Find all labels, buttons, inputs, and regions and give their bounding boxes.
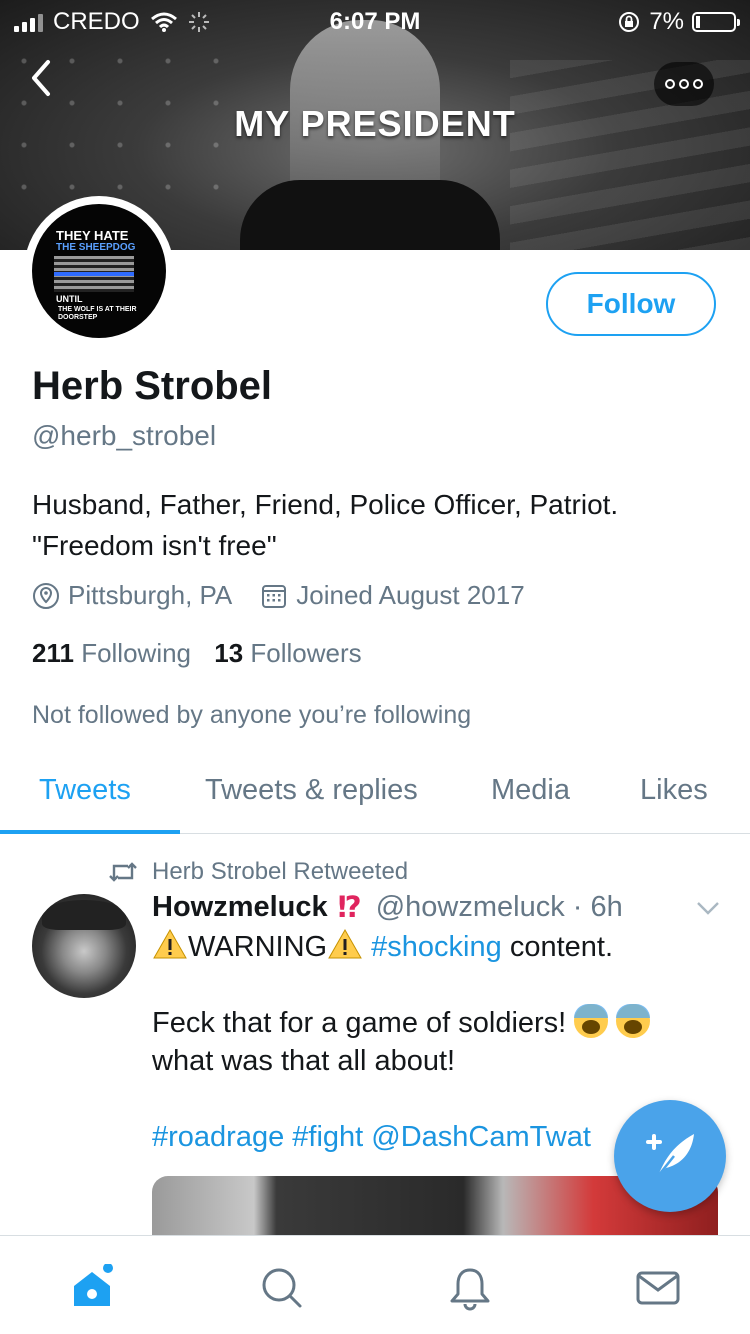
compose-button[interactable] (614, 1100, 726, 1212)
avatar-blue-line (54, 272, 134, 276)
follow-button[interactable]: Follow (546, 272, 716, 336)
following-count: 211 (32, 638, 74, 668)
tweet-author-avatar[interactable] (32, 894, 136, 998)
profile-meta: Pittsburgh, PA Joined August 2017 (32, 580, 525, 611)
avatar-text-2: THE SHEEPDOG (56, 242, 136, 253)
nav-notifications[interactable] (446, 1264, 494, 1312)
tweet-word: content. (509, 931, 613, 963)
scream-emoji-icon (574, 1004, 609, 1038)
followers-count: 13 (214, 638, 244, 668)
tweet-author-name[interactable]: Howzmeluck (152, 891, 328, 924)
nav-search[interactable] (258, 1264, 306, 1312)
following-link[interactable]: 211 Following (32, 638, 191, 668)
hashtag-link[interactable]: #shocking (371, 931, 502, 963)
tweet-handle-time: @howzmeluck · 6h (375, 891, 623, 923)
tab-media[interactable]: Media (491, 774, 570, 807)
battery-icon (692, 12, 740, 32)
profile-name: Herb Strobel (32, 364, 273, 408)
mention-link[interactable]: @DashCamTwat (371, 1121, 591, 1153)
home-icon (74, 1263, 113, 1306)
bio-line: Husband, Father, Friend, Police Officer,… (32, 489, 619, 520)
location-pin-icon (33, 582, 59, 609)
bell-icon (450, 1268, 490, 1311)
hashtag-link[interactable]: #fight (292, 1121, 363, 1153)
following-label: Following (81, 638, 192, 668)
search-icon (262, 1268, 302, 1308)
warning-icon (328, 928, 362, 959)
mail-icon (636, 1271, 680, 1305)
nav-home[interactable] (70, 1263, 118, 1312)
profile-location: Pittsburgh, PA (68, 580, 233, 610)
orientation-lock-icon (619, 12, 640, 32)
banner-caption: MY PRESIDENT (234, 103, 516, 144)
tweet-sentence: Feck that for a game of soldiers! (152, 1007, 567, 1039)
warning-icon (153, 928, 187, 959)
active-tab-indicator (0, 830, 180, 834)
retweet-label: Herb Strobel Retweeted (152, 858, 409, 885)
profile-avatar[interactable]: THEY HATE THE SHEEPDOG UNTIL THE WOLF IS… (24, 196, 174, 346)
avatar-text-3: UNTIL (56, 294, 83, 304)
not-followed-note: Not followed by anyone you’re following (32, 701, 472, 729)
battery-info: 7% (617, 8, 740, 36)
battery-percent: 7% (649, 8, 684, 35)
scream-emoji-icon (616, 1004, 651, 1038)
tweet-line: what was that all about! (152, 1045, 456, 1077)
tab-tweets-replies[interactable]: Tweets & replies (205, 774, 418, 807)
back-icon (32, 60, 50, 96)
tweet-blank-line (152, 966, 722, 1004)
profile-handle: @herb_strobel (32, 420, 217, 451)
profile-tabs: Tweets Tweets & replies Media Likes (0, 760, 750, 834)
avatar-text-1: THEY HATE (56, 228, 129, 243)
status-bar: CREDO 6:07 PM 7% (0, 0, 750, 40)
warning-word: WARNING (188, 931, 328, 963)
followers-link[interactable]: 13 Followers (214, 638, 361, 668)
tweet-header: Howzmeluck ⁉ @howzmeluck · 6h (152, 890, 623, 925)
more-icon (665, 79, 703, 89)
tab-likes[interactable]: Likes (640, 774, 708, 807)
avatar-image: THEY HATE THE SHEEPDOG UNTIL THE WOLF IS… (32, 204, 166, 338)
more-button[interactable] (654, 62, 714, 106)
tweet-line: WARNING #shocking content. (152, 928, 722, 966)
hashtag-link[interactable]: #roadrage (152, 1121, 284, 1153)
bottom-tab-bar (0, 1235, 750, 1334)
profile-bio: Husband, Father, Friend, Police Officer,… (32, 484, 722, 566)
tweet-line: Feck that for a game of soldiers! (152, 1004, 722, 1042)
banner-portrait-suit (240, 180, 500, 250)
back-button[interactable] (28, 58, 98, 108)
followers-label: Followers (250, 638, 362, 668)
avatar-text-4: THE WOLF IS AT THEIR DOORSTEP (58, 306, 137, 321)
retweet-icon (109, 862, 137, 882)
flag-stripes (510, 60, 750, 250)
tab-tweets[interactable]: Tweets (39, 774, 131, 807)
retweet-context[interactable]: Herb Strobel Retweeted (108, 858, 408, 886)
nav-messages[interactable] (634, 1264, 682, 1312)
compose-icon (646, 1134, 694, 1177)
profile-stats: 211 Following 13 Followers (32, 638, 362, 669)
chevron-down-icon[interactable] (694, 896, 722, 920)
interrobang-emoji: ⁉ (337, 892, 362, 924)
profile-joined: Joined August 2017 (296, 580, 525, 610)
bio-line: "Freedom isn't free" (32, 530, 277, 561)
calendar-icon (262, 584, 287, 608)
